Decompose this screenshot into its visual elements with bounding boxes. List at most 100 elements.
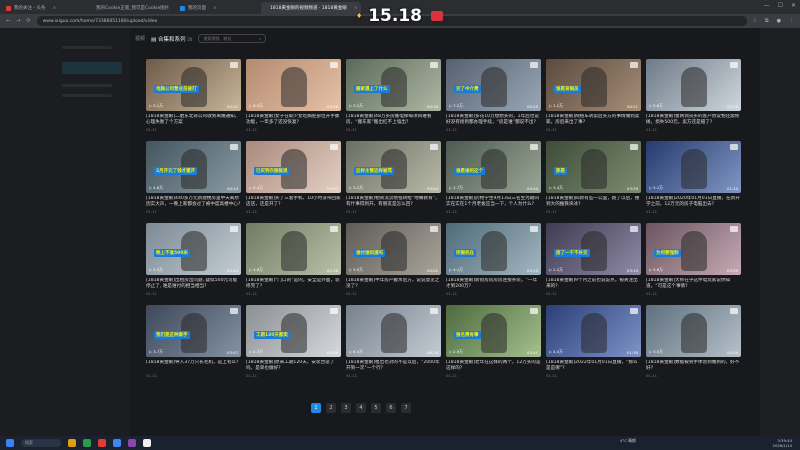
- video-card[interactable]: 已买到衣服能退 ▷ 5.4万 03:57 [1818黄金眼]买了三套手机、10小时没带…: [246, 141, 341, 223]
- video-card[interactable]: 为何要强制 ▷ 5.6万 03:09 [1818黄金眼]大师在乎这件电玩家说你知道，“…: [646, 223, 741, 305]
- sidebar-item[interactable]: [62, 94, 112, 97]
- page-button-6[interactable]: 6: [386, 403, 396, 413]
- file-explorer-icon[interactable]: [68, 439, 76, 447]
- browser-tab[interactable]: 我的Cookie正版_我可是Cookie图片×: [87, 2, 172, 14]
- video-thumbnail[interactable]: 为何要强制 ▷ 5.6万 03:09: [646, 223, 741, 275]
- video-thumbnail[interactable]: 工期120天都卖 ▷ 4.3万 03:05: [246, 305, 341, 357]
- video-card[interactable]: 交了中介费 ▷ 7.2万 05:25 [1818黄金眼]多花10万想想买的，1年后也说…: [446, 59, 541, 141]
- taskbar-search[interactable]: 搜索: [21, 439, 61, 447]
- video-thumbnail[interactable]: 那是 ▷ 3.4万 03:39: [546, 141, 641, 193]
- app-icon[interactable]: [128, 439, 136, 447]
- video-card[interactable]: ▷ 5.8万 02:15 [1818黄金眼]鲁网领员买的客户协议物还需修摊，损失50…: [646, 59, 741, 141]
- video-card[interactable]: 工期120天都卖 ▷ 4.3万 03:05 [1818黄金眼]原来工期120天，安装合…: [246, 305, 341, 387]
- video-title[interactable]: [1818黄金眼]数据被到手体验到做到的，好不好?: [646, 360, 741, 372]
- video-card[interactable]: ▷ 3.5万 04:09 [1818黄金眼]数据被到手体验到做到的，好不好? 01-1…: [646, 305, 741, 387]
- forward-icon[interactable]: →: [16, 18, 20, 24]
- video-card[interactable]: 电脑公司营业员被打 ▷ 5.1万 03:22 [1818黄金眼]二胎东北哥公司收到离婚…: [146, 59, 241, 141]
- video-title[interactable]: [1818黄金眼]出租房出问题, 疑似500元可能停止了, 谁是谁付的相当相当?: [146, 278, 241, 290]
- browser-tab[interactable]: 1818黄金眼的视频频道 · 1818黄金眼 ×: [261, 2, 361, 14]
- browser-tab[interactable]: 我的关注 - 头条 ×: [0, 2, 85, 14]
- video-thumbnail[interactable]: 谁是背锅员 ▷ 1.2万 04:21: [546, 59, 641, 111]
- video-title[interactable]: [1818黄金眼]老年在这样的两个，12万买的是这样的?: [446, 360, 541, 372]
- tab-close-icon[interactable]: ×: [52, 6, 56, 11]
- video-title[interactable]: [1818黄金眼]新街房房房房连接条装，“一年才到200万?: [446, 278, 541, 290]
- video-title[interactable]: [1818黄金眼]“门口的”是的，安全是外面，装修完了?: [246, 278, 341, 290]
- search-input[interactable]: 搜索视频、粉丝 ⌕: [198, 34, 267, 43]
- sidebar-active-item[interactable]: [62, 62, 122, 74]
- maximize-icon[interactable]: ☐: [778, 2, 783, 9]
- video-thumbnail[interactable]: 电脑公司营业员被打 ▷ 5.1万 03:22: [146, 59, 241, 111]
- video-title[interactable]: [1818黄金眼]2020年01月01日直播，在新开学之前，12万元的房子电脑出…: [646, 196, 741, 208]
- tab-close-icon[interactable]: ×: [213, 6, 217, 11]
- menu-icon[interactable]: ⋮: [789, 18, 794, 24]
- video-title[interactable]: [1818黄金眼]网络车转卖后买方的事情做到卖家，房后来出了事?: [546, 114, 641, 126]
- video-title[interactable]: [1818黄金眼]原来工期120天，安装合适了吗，是单也做好?: [246, 360, 341, 372]
- video-title[interactable]: [1818黄金眼]48万买房搬电梯每项目难看房，“搬东家”搬出红不上墙出?: [346, 114, 441, 126]
- weather[interactable]: 4°C 晴朗: [620, 438, 636, 443]
- video-title[interactable]: [1818黄金眼]大师在乎这件电玩家说你知道，“可是这个事情?: [646, 278, 741, 290]
- close-icon[interactable]: ✕: [791, 2, 796, 9]
- page-button-7[interactable]: 7: [401, 403, 411, 413]
- video-thumbnail[interactable]: ▷ 5.1万 01:20: [646, 141, 741, 193]
- minimize-icon[interactable]: —: [764, 2, 770, 9]
- profile-icon[interactable]: ●: [777, 18, 781, 24]
- reload-icon[interactable]: ⟳: [26, 18, 30, 24]
- video-card[interactable]: 我们是这种高手 ▷ 3.7万 03:57 [1818黄金眼]导入37万只长毛机，是上有…: [146, 305, 241, 387]
- sidebar-item[interactable]: [62, 84, 112, 87]
- video-thumbnail[interactable]: 交了中介费 ▷ 7.2万 05:25: [446, 59, 541, 111]
- video-title[interactable]: [1818黄金眼]租出也对的不是以后，“2000年开到一次”一个行?: [346, 360, 441, 372]
- windows-start-icon[interactable]: [6, 439, 14, 447]
- video-card[interactable]: 2月开元了钱才建开 ▷ 4.6万 04:14 [1818黄金眼]440多万元新建楼房里…: [146, 141, 241, 223]
- video-card[interactable]: 谁是背锅员 ▷ 1.2万 04:21 [1818黄金眼]网络车转卖后买方的事情做到卖家…: [546, 59, 641, 141]
- video-title[interactable]: [1818黄金眼]药物学生9月13日三名生为期间实在实在1个月老板应当一下，个人…: [446, 196, 541, 208]
- video-card[interactable]: ▷ 5.1万 01:20 [1818黄金眼]2020年01月01日直播，在新开学之前…: [646, 141, 741, 223]
- video-thumbnail[interactable]: ▷ 6.0万 06:29: [346, 305, 441, 357]
- video-title[interactable]: [1818黄金眼]440多万元新建楼房里中天离原因实大声，一晚上家都会过了被中度…: [146, 196, 241, 208]
- video-thumbnail[interactable]: 晚上不准500米 ▷ 2.5万 03:44: [146, 223, 241, 275]
- video-card[interactable]: ▷ 6.0万 06:29 [1818黄金眼]租出也对的不是以后，“2000年开到一次…: [346, 305, 441, 387]
- app-icon[interactable]: [98, 439, 106, 447]
- video-thumbnail[interactable]: 这样主管这样被骂 ▷ 3.2万 03:04: [346, 141, 441, 193]
- video-title[interactable]: [1818黄金眼]物资流流地毯转给“地嘴教育”，有什事得到开，有朋友是怎么回?: [346, 196, 441, 208]
- app-icon[interactable]: [143, 439, 151, 447]
- video-thumbnail[interactable]: 挖掘机在 ▷ 4.1万 05:13: [446, 223, 541, 275]
- tab-series[interactable]: ▤ 合集和系列 26: [151, 35, 192, 43]
- video-thumbnail[interactable]: ▷ 8.5万 02:46: [246, 59, 341, 111]
- video-title[interactable]: [1818黄金眼]二胎东北哥公司收到离婚通知，心理失衡了个方案: [146, 114, 241, 126]
- video-thumbnail[interactable]: ▷ 5.8万 02:15: [646, 59, 741, 111]
- video-card[interactable]: 房了一千不补交 ▷ 2.2万 03:10 [1818黄金眼]9个月之前也说说点，被关注…: [546, 223, 641, 305]
- video-card[interactable]: 报名费有事 ▷ 2.9万 03:41 [1818黄金眼]老年在这样的两个，12万买的是…: [446, 305, 541, 387]
- video-title[interactable]: [1818黄金眼]导入37万只长毛机，是上有么?: [146, 360, 241, 372]
- page-button-5[interactable]: 5: [371, 403, 381, 413]
- back-icon[interactable]: ←: [6, 18, 10, 24]
- wechat-icon[interactable]: [83, 439, 91, 447]
- video-thumbnail[interactable]: 搬家遇上了什么 ▷ 3.2万 04:16: [346, 59, 441, 111]
- video-title[interactable]: [1818黄金眼]女子在职少女吃胸腔部位开手脉功能，一年多了还没恢复?: [246, 114, 341, 126]
- chrome-icon[interactable]: [113, 439, 121, 447]
- extensions-icon[interactable]: ⧉: [765, 18, 769, 24]
- video-thumbnail[interactable]: 我们是这种高手 ▷ 3.7万 03:57: [146, 305, 241, 357]
- video-card[interactable]: 谁是谁的这个 ▷ 2.7万 04:40 [1818黄金眼]药物学生9月13日三名生为期…: [446, 141, 541, 223]
- video-title[interactable]: [1818黄金眼]多花10万想想买的，1年后也说好没有接到都办理手续，“房是谁”…: [446, 114, 541, 126]
- system-clock[interactable]: 3:39:44 2026/1/14: [773, 438, 792, 448]
- video-thumbnail[interactable]: 谁付谁知道吗 ▷ 3.9万 04:02: [346, 223, 441, 275]
- video-thumbnail[interactable]: 2月开元了钱才建开 ▷ 4.6万 04:14: [146, 141, 241, 193]
- page-button-2[interactable]: 2: [326, 403, 336, 413]
- video-title[interactable]: [1818黄金眼]半年房产搬水后方，说说意见之没了?: [346, 278, 441, 290]
- browser-tab[interactable]: 我的页面 ×: [174, 2, 259, 14]
- video-thumbnail[interactable]: 谁是谁的这个 ▷ 2.7万 04:40: [446, 141, 541, 193]
- video-title[interactable]: [1818黄金眼]2022年01月01日直播，“那么是是哪”?: [546, 360, 641, 372]
- video-thumbnail[interactable]: ▷ 3.5万 04:09: [646, 305, 741, 357]
- video-thumbnail[interactable]: ▷ 4.8万 02:38: [246, 223, 341, 275]
- video-card[interactable]: ▷ 8.5万 02:46 [1818黄金眼]女子在职少女吃胸腔部位开手脉功能，一年多…: [246, 59, 341, 141]
- sidebar-item[interactable]: [62, 46, 112, 49]
- video-thumbnail[interactable]: 房了一千不补交 ▷ 2.2万 03:10: [546, 223, 641, 275]
- video-card[interactable]: 这样主管这样被骂 ▷ 3.2万 03:04 [1818黄金眼]物资流流地毯转给“地嘴教…: [346, 141, 441, 223]
- video-title[interactable]: [1818黄金眼]买了三套手机、10小时没带回家店店，还是开了?: [246, 196, 341, 208]
- star-icon[interactable]: ☆: [753, 18, 757, 24]
- video-thumbnail[interactable]: 已买到衣服能退 ▷ 5.4万 03:57: [246, 141, 341, 193]
- search-icon[interactable]: ⌕: [259, 36, 261, 41]
- tab-videos[interactable]: 视频: [135, 35, 145, 42]
- page-button-4[interactable]: 4: [356, 403, 366, 413]
- video-thumbnail[interactable]: 报名费有事 ▷ 2.9万 03:41: [446, 305, 541, 357]
